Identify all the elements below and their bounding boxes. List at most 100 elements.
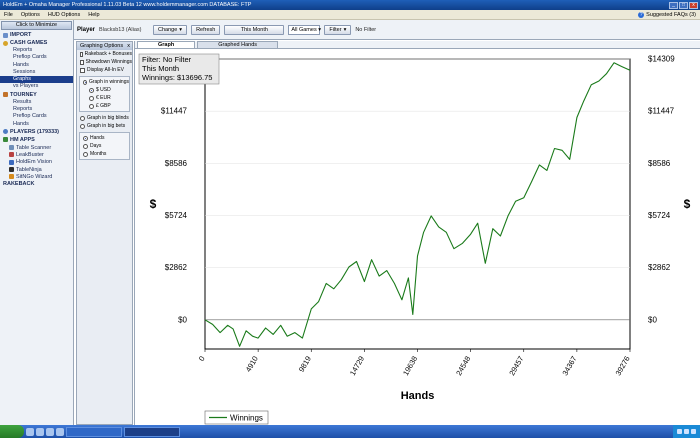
sidebar-item-tourney-results[interactable]: Results xyxy=(0,99,73,106)
allin-ev-checkbox-row[interactable]: Display All-In EV xyxy=(77,66,132,74)
maximize-window-button[interactable]: □ xyxy=(679,1,688,9)
nav-rakeback[interactable]: RAKEBACK xyxy=(0,180,73,188)
y-tick-label-left: $0 xyxy=(178,315,187,324)
window-title: HoldEm + Omaha Manager Professional 1.11… xyxy=(3,2,252,8)
x-axis-label: Hands xyxy=(401,390,435,402)
y-tick-label-left: $8586 xyxy=(165,159,188,168)
axis-hands-row[interactable]: Hands xyxy=(80,134,129,142)
filter-button-label: Filter xyxy=(329,26,342,33)
sidebar-item-sitngo-wizard[interactable]: SitNGo Wizard xyxy=(0,173,73,180)
gbp-row[interactable]: £ GBP xyxy=(80,102,129,110)
change-player-button[interactable]: Change ▾ xyxy=(153,24,188,35)
showdown-checkbox-row[interactable]: Showdown Winnings xyxy=(77,58,132,66)
holdem-vision-label: HoldEm Vision xyxy=(16,159,52,166)
axis-mode-group: Hands Days Months xyxy=(79,132,130,160)
axis-months-label: Months xyxy=(90,151,107,157)
graph-bets-label: Graph in big bets xyxy=(87,123,126,129)
tray-icon[interactable] xyxy=(677,429,682,434)
chart-info-line: Filter: No Filter xyxy=(142,55,192,64)
graph-bb-radio[interactable] xyxy=(80,115,85,121)
minimize-window-button[interactable]: _ xyxy=(669,1,678,9)
menu-options[interactable]: Options xyxy=(17,12,44,18)
menu-hud-options[interactable]: HUD Options xyxy=(44,12,84,18)
sidebar-item-sessions[interactable]: Sessions xyxy=(0,69,73,76)
showdown-checkbox[interactable] xyxy=(80,59,84,65)
quick-launch-icon[interactable] xyxy=(46,427,54,436)
quick-launch-icon[interactable] xyxy=(36,427,44,436)
rakeback-checkbox[interactable] xyxy=(80,51,83,57)
legend-label-winnings: Winnings xyxy=(230,414,263,423)
usd-label: $ USD xyxy=(96,87,111,93)
start-button[interactable] xyxy=(0,425,24,438)
rakeback-checkbox-row[interactable]: Rakeback + Bonuses xyxy=(77,50,132,58)
graph-bets-radio[interactable] xyxy=(80,123,85,129)
graph-bets-row[interactable]: Graph in big bets xyxy=(77,122,132,130)
nav-tourney[interactable]: TOURNEY xyxy=(0,91,73,99)
refresh-button[interactable]: Refresh xyxy=(191,24,221,35)
date-range-button[interactable]: This Month xyxy=(224,24,285,35)
axis-hands-radio[interactable] xyxy=(83,135,88,141)
nav-rakeback-label: RAKEBACK xyxy=(3,181,35,188)
close-options-icon[interactable]: x xyxy=(127,42,130,50)
apps-icon xyxy=(3,137,8,143)
filter-button[interactable]: Filter ▾ xyxy=(324,24,352,35)
quick-launch-icon[interactable] xyxy=(26,427,34,436)
tourney-icon xyxy=(3,92,8,98)
usd-radio[interactable] xyxy=(89,87,94,93)
eur-row[interactable]: € EUR xyxy=(80,94,129,102)
menu-help[interactable]: Help xyxy=(84,12,103,18)
table-scanner-label: Table Scanner xyxy=(16,144,52,151)
axis-days-radio[interactable] xyxy=(83,143,88,149)
y-tick-label-right: $11447 xyxy=(648,107,675,116)
allin-ev-checkbox[interactable] xyxy=(80,67,85,73)
tray-icon[interactable] xyxy=(684,429,689,434)
graph-winnings-row[interactable]: Graph in winnings xyxy=(80,78,129,86)
sidebar-item-leakbuster[interactable]: LeakBuster xyxy=(0,151,73,158)
graph-winnings-label: Graph in winnings xyxy=(88,79,129,85)
nav-hm-apps[interactable]: HM APPS xyxy=(0,136,73,144)
eur-label: € EUR xyxy=(96,95,111,101)
sidebar-item-tourney-preflop-cards[interactable]: Preflop Cards xyxy=(0,113,73,120)
sidebar-item-graphs[interactable]: Graphs xyxy=(0,76,73,84)
graph-winnings-radio[interactable] xyxy=(83,79,87,85)
sidebar-item-preflop-cards[interactable]: Preflop Cards xyxy=(0,54,73,61)
nav-cash-games[interactable]: CASH GAMES xyxy=(0,39,73,47)
usd-row[interactable]: $ USD xyxy=(80,86,129,94)
tab-graphed-hands[interactable]: Graphed Hands xyxy=(197,41,279,48)
nav-import[interactable]: IMPORT xyxy=(0,31,73,39)
quick-launch-icon[interactable] xyxy=(56,427,64,436)
gbp-radio[interactable] xyxy=(89,103,94,109)
menu-file[interactable]: File xyxy=(0,12,17,18)
sidebar-item-holdem-vision[interactable]: HoldEm Vision xyxy=(0,159,73,166)
games-select[interactable]: All Games ▾ xyxy=(288,24,321,35)
y-tick-label-right: $2862 xyxy=(648,263,671,272)
close-window-button[interactable]: x xyxy=(689,1,698,9)
sidebar-item-tourney-reports[interactable]: Reports xyxy=(0,106,73,113)
taskbar xyxy=(0,425,700,438)
axis-days-row[interactable]: Days xyxy=(80,142,129,150)
sidebar-item-tableninja[interactable]: TableNinja xyxy=(0,166,73,173)
taskbar-window-button[interactable] xyxy=(124,426,180,437)
taskbar-window-button[interactable] xyxy=(66,426,122,437)
sidebar-item-table-scanner[interactable]: Table Scanner xyxy=(0,144,73,151)
suggested-faqs-link[interactable]: ? Suggested FAQs (3) xyxy=(638,11,700,18)
sidebar-item-reports[interactable]: Reports xyxy=(0,47,73,54)
tab-graph[interactable]: Graph xyxy=(137,41,196,48)
graph-bb-row[interactable]: Graph in big blinds xyxy=(77,114,132,122)
axis-hands-label: Hands xyxy=(90,135,105,141)
sidebar-item-tourney-hands[interactable]: Hands xyxy=(0,121,73,128)
sidebar-item-vs-players[interactable]: vs Players xyxy=(0,83,73,90)
sidebar-item-hands[interactable]: Hands xyxy=(0,62,73,69)
nav-players[interactable]: PLAYERS (179333) xyxy=(0,128,73,136)
eur-radio[interactable] xyxy=(89,95,94,101)
axis-months-radio[interactable] xyxy=(83,151,88,157)
plot-area xyxy=(204,58,631,350)
y-tick-label-right: $8586 xyxy=(648,159,671,168)
tray-icon[interactable] xyxy=(691,429,696,434)
axis-months-row[interactable]: Months xyxy=(80,150,129,158)
holdem-vision-icon xyxy=(9,159,14,165)
minimize-sidebar-button[interactable]: Click to Minimize xyxy=(1,21,72,30)
graphing-options-title: Graphing Options xyxy=(80,43,124,49)
y-axis-label-right: $ xyxy=(684,197,691,211)
y-tick-label-left: $5724 xyxy=(165,211,188,220)
